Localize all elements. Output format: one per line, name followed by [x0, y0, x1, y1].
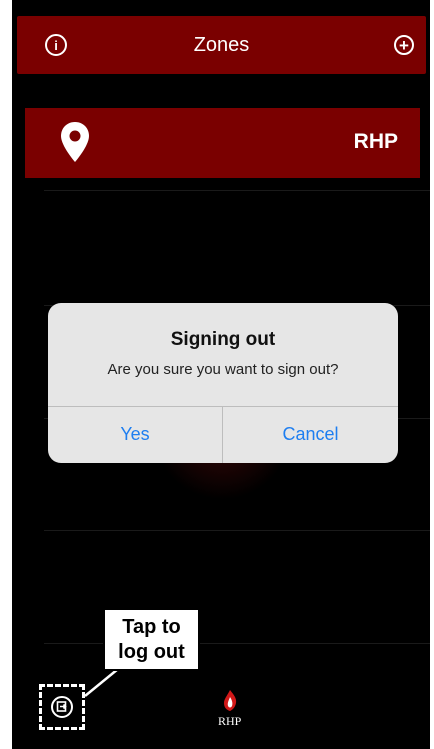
- flame-icon: [223, 690, 236, 711]
- logout-arrow-icon: [56, 701, 67, 712]
- logout-highlight: [39, 684, 85, 730]
- callout-line-1: Tap to: [122, 616, 181, 638]
- cancel-button[interactable]: Cancel: [223, 406, 398, 463]
- top-bar: i Zones +: [17, 16, 426, 74]
- info-icon[interactable]: i: [45, 34, 67, 56]
- sign-out-dialog: Signing out Are you sure you want to sig…: [48, 303, 398, 463]
- plus-icon[interactable]: +: [394, 35, 414, 55]
- brand-text: RHP: [218, 714, 242, 728]
- logout-icon[interactable]: [51, 696, 73, 718]
- yes-button[interactable]: Yes: [48, 406, 222, 463]
- divider: [44, 190, 430, 191]
- divider: [44, 643, 430, 644]
- dialog-title: Signing out: [170, 329, 276, 350]
- app-screen: i Zones + RHP Signing out Are you sure y…: [12, 0, 430, 749]
- zone-name: RHP: [353, 130, 398, 153]
- page-title: Zones: [193, 33, 250, 56]
- location-pin-icon: [61, 122, 89, 162]
- callout-pointer: [84, 668, 119, 697]
- tap-to-logout-callout: Tap to log out: [103, 608, 200, 671]
- callout-line-2: log out: [118, 641, 185, 663]
- divider: [44, 530, 430, 531]
- dialog-message: Are you sure you want to sign out?: [107, 361, 339, 378]
- zone-row[interactable]: RHP: [25, 108, 420, 178]
- brand-logo: RHP: [218, 690, 241, 729]
